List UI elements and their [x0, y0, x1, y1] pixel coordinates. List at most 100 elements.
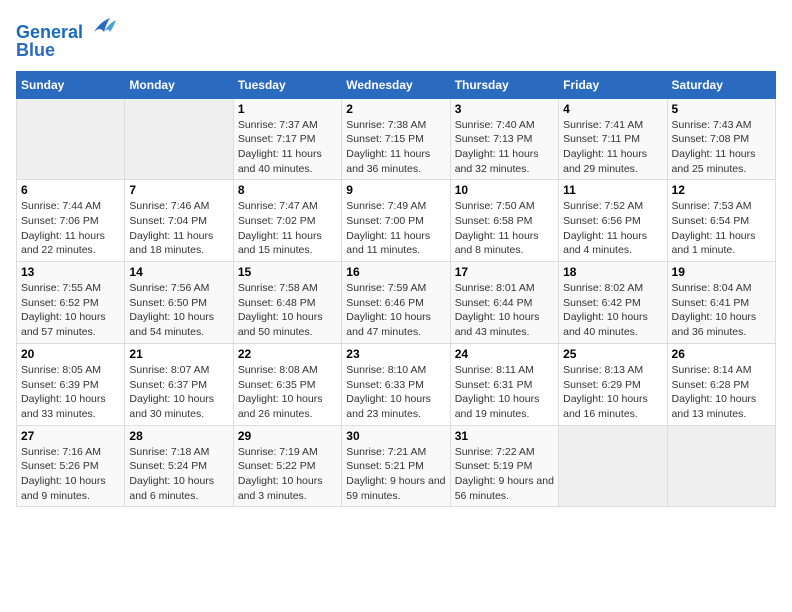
calendar-cell: [125, 98, 233, 180]
calendar-cell: 21 Sunrise: 8:07 AM Sunset: 6:37 PM Dayli…: [125, 343, 233, 425]
week-row-5: 27 Sunrise: 7:16 AM Sunset: 5:26 PM Dayli…: [17, 425, 776, 507]
day-number: 4: [563, 102, 662, 116]
day-detail: Sunrise: 7:50 AM Sunset: 6:58 PM Dayligh…: [455, 199, 554, 258]
day-detail: Sunrise: 7:56 AM Sunset: 6:50 PM Dayligh…: [129, 281, 228, 340]
calendar-cell: 17 Sunrise: 8:01 AM Sunset: 6:44 PM Dayli…: [450, 262, 558, 344]
day-detail: Sunrise: 8:07 AM Sunset: 6:37 PM Dayligh…: [129, 363, 228, 422]
day-detail: Sunrise: 7:44 AM Sunset: 7:06 PM Dayligh…: [21, 199, 120, 258]
day-detail: Sunrise: 8:11 AM Sunset: 6:31 PM Dayligh…: [455, 363, 554, 422]
day-number: 3: [455, 102, 554, 116]
day-number: 19: [672, 265, 771, 279]
day-number: 8: [238, 183, 337, 197]
day-detail: Sunrise: 8:04 AM Sunset: 6:41 PM Dayligh…: [672, 281, 771, 340]
calendar-cell: 15 Sunrise: 7:58 AM Sunset: 6:48 PM Dayli…: [233, 262, 341, 344]
calendar-cell: 30 Sunrise: 7:21 AM Sunset: 5:21 PM Dayli…: [342, 425, 450, 507]
day-number: 9: [346, 183, 445, 197]
day-detail: Sunrise: 7:38 AM Sunset: 7:15 PM Dayligh…: [346, 118, 445, 177]
header-day-thursday: Thursday: [450, 71, 558, 98]
day-detail: Sunrise: 7:37 AM Sunset: 7:17 PM Dayligh…: [238, 118, 337, 177]
header-day-tuesday: Tuesday: [233, 71, 341, 98]
day-detail: Sunrise: 7:43 AM Sunset: 7:08 PM Dayligh…: [672, 118, 771, 177]
calendar-cell: 23Sunrise: 8:10 AM Sunset: 6:33 PM Dayli…: [342, 343, 450, 425]
day-detail: Sunrise: 7:52 AM Sunset: 6:56 PM Dayligh…: [563, 199, 662, 258]
calendar-cell: 9 Sunrise: 7:49 AM Sunset: 7:00 PM Daylig…: [342, 180, 450, 262]
calendar-cell: 22 Sunrise: 8:08 AM Sunset: 6:35 PM Dayli…: [233, 343, 341, 425]
calendar-cell: 7 Sunrise: 7:46 AM Sunset: 7:04 PM Daylig…: [125, 180, 233, 262]
day-detail: Sunrise: 7:47 AM Sunset: 7:02 PM Dayligh…: [238, 199, 337, 258]
day-number: 30: [346, 429, 445, 443]
calendar-table: SundayMondayTuesdayWednesdayThursdayFrid…: [16, 71, 776, 508]
day-number: 23: [346, 347, 445, 361]
calendar-cell: 12 Sunrise: 7:53 AM Sunset: 6:54 PM Dayli…: [667, 180, 775, 262]
calendar-cell: 29 Sunrise: 7:19 AM Sunset: 5:22 PM Dayli…: [233, 425, 341, 507]
header-day-friday: Friday: [559, 71, 667, 98]
calendar-cell: 16 Sunrise: 7:59 AM Sunset: 6:46 PM Dayli…: [342, 262, 450, 344]
day-detail: Sunrise: 7:46 AM Sunset: 7:04 PM Dayligh…: [129, 199, 228, 258]
day-number: 15: [238, 265, 337, 279]
calendar-cell: 4 Sunrise: 7:41 AM Sunset: 7:11 PM Daylig…: [559, 98, 667, 180]
day-number: 26: [672, 347, 771, 361]
day-number: 13: [21, 265, 120, 279]
day-detail: Sunrise: 7:21 AM Sunset: 5:21 PM Dayligh…: [346, 445, 445, 504]
day-detail: Sunrise: 7:40 AM Sunset: 7:13 PM Dayligh…: [455, 118, 554, 177]
day-number: 27: [21, 429, 120, 443]
header-row: SundayMondayTuesdayWednesdayThursdayFrid…: [17, 71, 776, 98]
day-number: 1: [238, 102, 337, 116]
day-number: 31: [455, 429, 554, 443]
day-detail: Sunrise: 7:58 AM Sunset: 6:48 PM Dayligh…: [238, 281, 337, 340]
day-number: 17: [455, 265, 554, 279]
day-number: 2: [346, 102, 445, 116]
calendar-cell: 11 Sunrise: 7:52 AM Sunset: 6:56 PM Dayli…: [559, 180, 667, 262]
day-number: 29: [238, 429, 337, 443]
calendar-cell: [17, 98, 125, 180]
calendar-cell: 25Sunrise: 8:13 AM Sunset: 6:29 PM Dayli…: [559, 343, 667, 425]
day-detail: Sunrise: 7:59 AM Sunset: 6:46 PM Dayligh…: [346, 281, 445, 340]
day-detail: Sunrise: 7:18 AM Sunset: 5:24 PM Dayligh…: [129, 445, 228, 504]
day-detail: Sunrise: 8:08 AM Sunset: 6:35 PM Dayligh…: [238, 363, 337, 422]
day-detail: Sunrise: 8:14 AM Sunset: 6:28 PM Dayligh…: [672, 363, 771, 422]
header-day-monday: Monday: [125, 71, 233, 98]
calendar-cell: 5 Sunrise: 7:43 AM Sunset: 7:08 PM Daylig…: [667, 98, 775, 180]
calendar-cell: 1 Sunrise: 7:37 AM Sunset: 7:17 PM Daylig…: [233, 98, 341, 180]
page-header: General Blue: [16, 16, 776, 61]
week-row-3: 13 Sunrise: 7:55 AM Sunset: 6:52 PM Dayli…: [17, 262, 776, 344]
week-row-1: 1 Sunrise: 7:37 AM Sunset: 7:17 PM Daylig…: [17, 98, 776, 180]
header-day-wednesday: Wednesday: [342, 71, 450, 98]
header-day-sunday: Sunday: [17, 71, 125, 98]
day-detail: Sunrise: 7:49 AM Sunset: 7:00 PM Dayligh…: [346, 199, 445, 258]
calendar-cell: [667, 425, 775, 507]
calendar-cell: 13 Sunrise: 7:55 AM Sunset: 6:52 PM Dayli…: [17, 262, 125, 344]
calendar-cell: [559, 425, 667, 507]
calendar-cell: 18Sunrise: 8:02 AM Sunset: 6:42 PM Dayli…: [559, 262, 667, 344]
day-detail: Sunrise: 7:41 AM Sunset: 7:11 PM Dayligh…: [563, 118, 662, 177]
week-row-4: 20Sunrise: 8:05 AM Sunset: 6:39 PM Dayli…: [17, 343, 776, 425]
day-detail: Sunrise: 7:19 AM Sunset: 5:22 PM Dayligh…: [238, 445, 337, 504]
calendar-cell: 31Sunrise: 7:22 AM Sunset: 5:19 PM Dayli…: [450, 425, 558, 507]
day-number: 12: [672, 183, 771, 197]
day-number: 7: [129, 183, 228, 197]
header-day-saturday: Saturday: [667, 71, 775, 98]
calendar-cell: 3 Sunrise: 7:40 AM Sunset: 7:13 PM Daylig…: [450, 98, 558, 180]
day-detail: Sunrise: 7:53 AM Sunset: 6:54 PM Dayligh…: [672, 199, 771, 258]
calendar-cell: 2 Sunrise: 7:38 AM Sunset: 7:15 PM Daylig…: [342, 98, 450, 180]
day-number: 5: [672, 102, 771, 116]
day-detail: Sunrise: 8:02 AM Sunset: 6:42 PM Dayligh…: [563, 281, 662, 340]
day-number: 10: [455, 183, 554, 197]
day-detail: Sunrise: 7:16 AM Sunset: 5:26 PM Dayligh…: [21, 445, 120, 504]
day-number: 22: [238, 347, 337, 361]
week-row-2: 6Sunrise: 7:44 AM Sunset: 7:06 PM Daylig…: [17, 180, 776, 262]
day-number: 11: [563, 183, 662, 197]
calendar-cell: 19 Sunrise: 8:04 AM Sunset: 6:41 PM Dayli…: [667, 262, 775, 344]
calendar-cell: 8 Sunrise: 7:47 AM Sunset: 7:02 PM Daylig…: [233, 180, 341, 262]
day-number: 21: [129, 347, 228, 361]
calendar-cell: 20Sunrise: 8:05 AM Sunset: 6:39 PM Dayli…: [17, 343, 125, 425]
day-detail: Sunrise: 7:55 AM Sunset: 6:52 PM Dayligh…: [21, 281, 120, 340]
day-number: 16: [346, 265, 445, 279]
calendar-cell: 6Sunrise: 7:44 AM Sunset: 7:06 PM Daylig…: [17, 180, 125, 262]
day-detail: Sunrise: 8:13 AM Sunset: 6:29 PM Dayligh…: [563, 363, 662, 422]
calendar-cell: 27 Sunrise: 7:16 AM Sunset: 5:26 PM Dayli…: [17, 425, 125, 507]
day-detail: Sunrise: 8:01 AM Sunset: 6:44 PM Dayligh…: [455, 281, 554, 340]
day-number: 28: [129, 429, 228, 443]
day-number: 24: [455, 347, 554, 361]
calendar-cell: 10 Sunrise: 7:50 AM Sunset: 6:58 PM Dayli…: [450, 180, 558, 262]
